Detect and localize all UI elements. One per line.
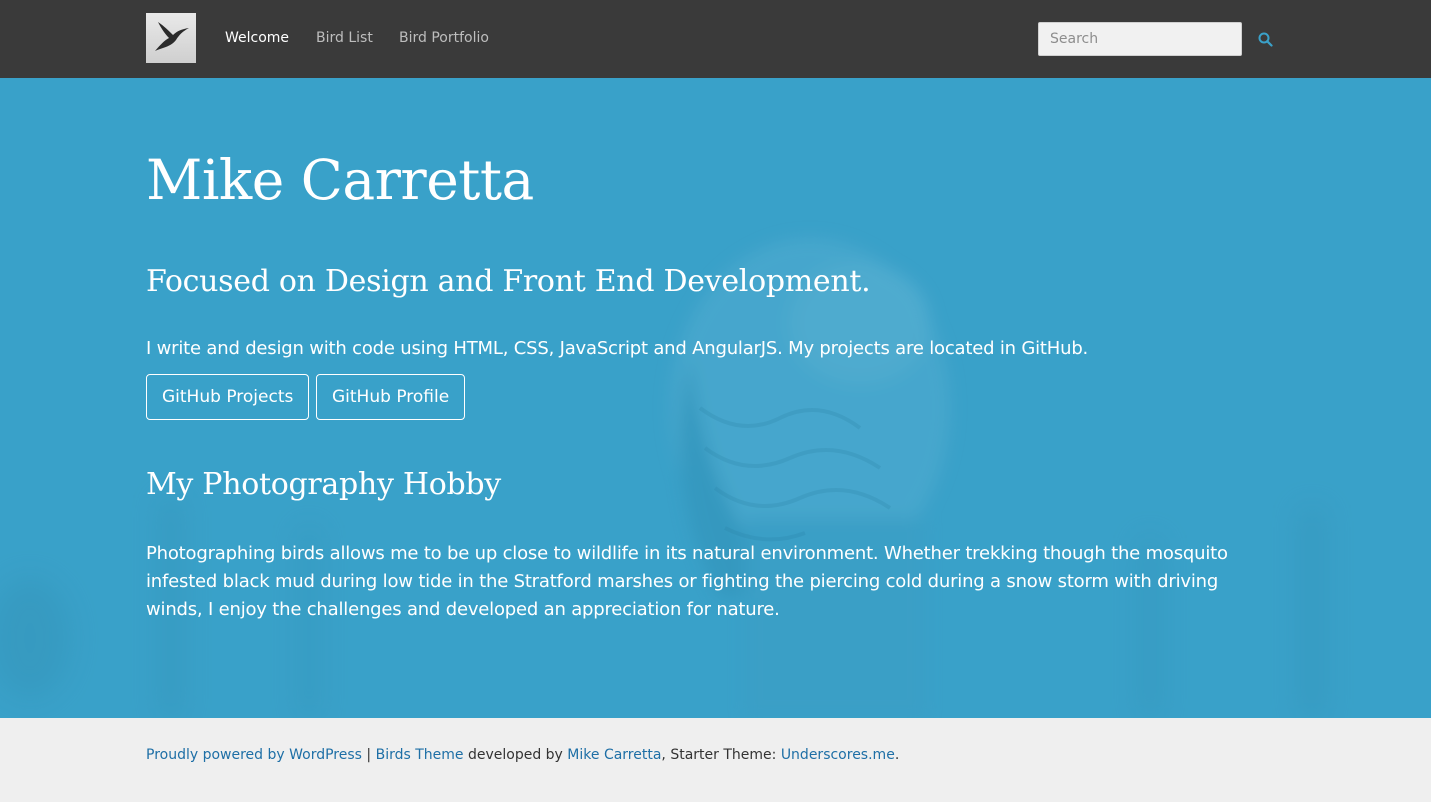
intro-text: I write and design with code using HTML,…	[146, 338, 1089, 359]
footer-developed-by: developed by	[463, 747, 568, 763]
author-link[interactable]: Mike Carretta	[567, 747, 661, 763]
footer-end: .	[894, 747, 900, 763]
github-profile-button[interactable]: GitHub Profile	[316, 374, 466, 420]
search-input[interactable]	[1038, 22, 1242, 56]
github-projects-button[interactable]: GitHub Projects	[146, 374, 310, 420]
search-icon	[1258, 32, 1273, 47]
underscores-link[interactable]: Underscores.me	[781, 747, 895, 763]
footer-credits: Proudly powered by WordPress | Birds The…	[146, 747, 899, 763]
top-navbar: Welcome Bird List Bird Portfolio	[0, 0, 1431, 78]
birds-theme-link[interactable]: Birds Theme	[376, 747, 464, 763]
hero-subtitle: Focused on Design and Front End Developm…	[146, 264, 871, 299]
hero-section: Mike Carretta Focused on Design and Fron…	[0, 78, 1431, 718]
photography-section-text: Photographing birds allows me to be up c…	[146, 543, 1228, 620]
footer-separator: |	[361, 747, 376, 763]
page-title: Mike Carretta	[146, 148, 534, 212]
footer-starter-text: , Starter Theme:	[661, 747, 781, 763]
site-footer: Proudly powered by WordPress | Birds The…	[0, 718, 1431, 802]
search-button[interactable]	[1256, 30, 1274, 48]
site-logo[interactable]	[146, 13, 196, 63]
nav-link-welcome[interactable]: Welcome	[225, 30, 289, 46]
nav-link-bird-list[interactable]: Bird List	[316, 30, 373, 46]
bird-logo-icon	[155, 22, 189, 51]
wordpress-link[interactable]: Proudly powered by WordPress	[146, 747, 362, 763]
photography-section-title: My Photography Hobby	[146, 467, 501, 502]
nav-link-bird-portfolio[interactable]: Bird Portfolio	[399, 30, 489, 46]
